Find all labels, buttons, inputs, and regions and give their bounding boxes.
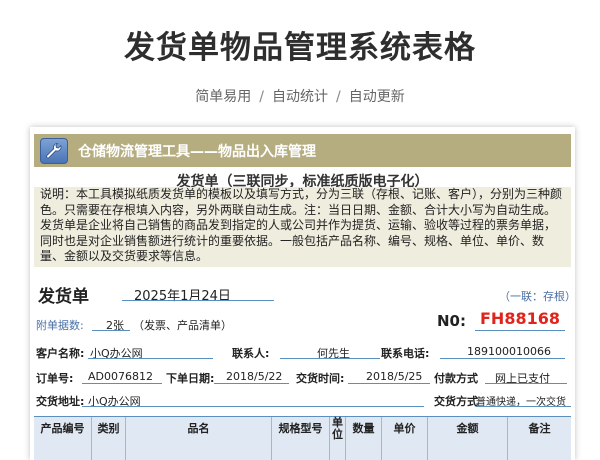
attach-note: （发票、产品清单） [133, 319, 232, 332]
description-box: 说明：本工具模拟纸质发货单的模板以及填写方式，分为三联（存根、记账、客户），分别… [34, 187, 571, 267]
address-underline [82, 406, 424, 407]
number-label: N0: [437, 312, 466, 330]
page-title: 发货单物品管理系统表格 [124, 30, 476, 66]
number-underline [475, 330, 565, 331]
header-spec: 规格型号 [272, 417, 330, 460]
items-table-header: 产品编号 类别 品名 规格型号 单位 数量 单价 金额 备注 [34, 416, 571, 460]
wrench-icon [40, 137, 68, 164]
phone-value[interactable]: 189100010066 [467, 345, 551, 358]
spreadsheet-preview: 仓储物流管理工具——物品出入库管理 发货单（三联同步，标准纸质版电子化） 说明：… [30, 127, 575, 460]
tool-title: 仓储物流管理工具——物品出入库管理 [78, 143, 316, 160]
tag-stats: 自动统计 [272, 89, 328, 105]
order-date-underline [214, 383, 289, 384]
header-unit-price: 单价 [382, 417, 428, 460]
attach-label: 附单据数: [36, 319, 84, 332]
contact-label: 联系人: [232, 347, 270, 360]
header-product-code: 产品编号 [34, 417, 92, 460]
header-quantity: 数量 [346, 417, 382, 460]
invoice-number[interactable]: FH88168 [480, 309, 560, 328]
header-amount: 金额 [428, 417, 508, 460]
payment-label: 付款方式 [434, 372, 478, 385]
delivery-time-underline [348, 383, 430, 384]
header-product-name: 品名 [126, 417, 272, 460]
delivery-time[interactable]: 2018/5/25 [366, 370, 422, 383]
tag-separator: / [336, 89, 341, 105]
order-no[interactable]: AD0076812 [88, 370, 153, 383]
phone-underline [440, 358, 565, 359]
order-date-label: 下单日期: [166, 372, 215, 385]
address-label: 交货地址: [36, 395, 85, 408]
delivery-method-underline [476, 406, 571, 407]
order-no-underline [82, 383, 162, 384]
form-date[interactable]: 2025年1月24日 [134, 285, 231, 304]
tool-banner: 仓储物流管理工具——物品出入库管理 [34, 134, 571, 167]
customer-name-label: 客户名称: [36, 347, 85, 360]
tag-update: 自动更新 [348, 89, 405, 105]
phone-label: 联系电话: [381, 347, 430, 360]
order-no-label: 订单号: [36, 372, 74, 385]
tag-separator: / [259, 89, 264, 105]
header-category: 类别 [92, 417, 126, 460]
header-remark: 备注 [528, 422, 551, 435]
delivery-method-label: 交货方式 [434, 395, 478, 408]
tag-easy: 简单易用 [195, 89, 252, 105]
payment-underline [485, 383, 567, 384]
contact-underline [280, 358, 380, 359]
attach-underline [92, 330, 130, 331]
copy-note: （一联：存根） [499, 290, 575, 303]
header-unit: 单位 [330, 417, 346, 460]
order-date[interactable]: 2018/5/22 [226, 370, 282, 383]
feature-tags: 简单易用 / 自动统计 / 自动更新 [0, 86, 600, 106]
customer-underline [88, 358, 213, 359]
form-label: 发货单 [38, 287, 89, 307]
delivery-time-label: 交货时间: [296, 372, 345, 385]
date-underline [122, 300, 274, 301]
